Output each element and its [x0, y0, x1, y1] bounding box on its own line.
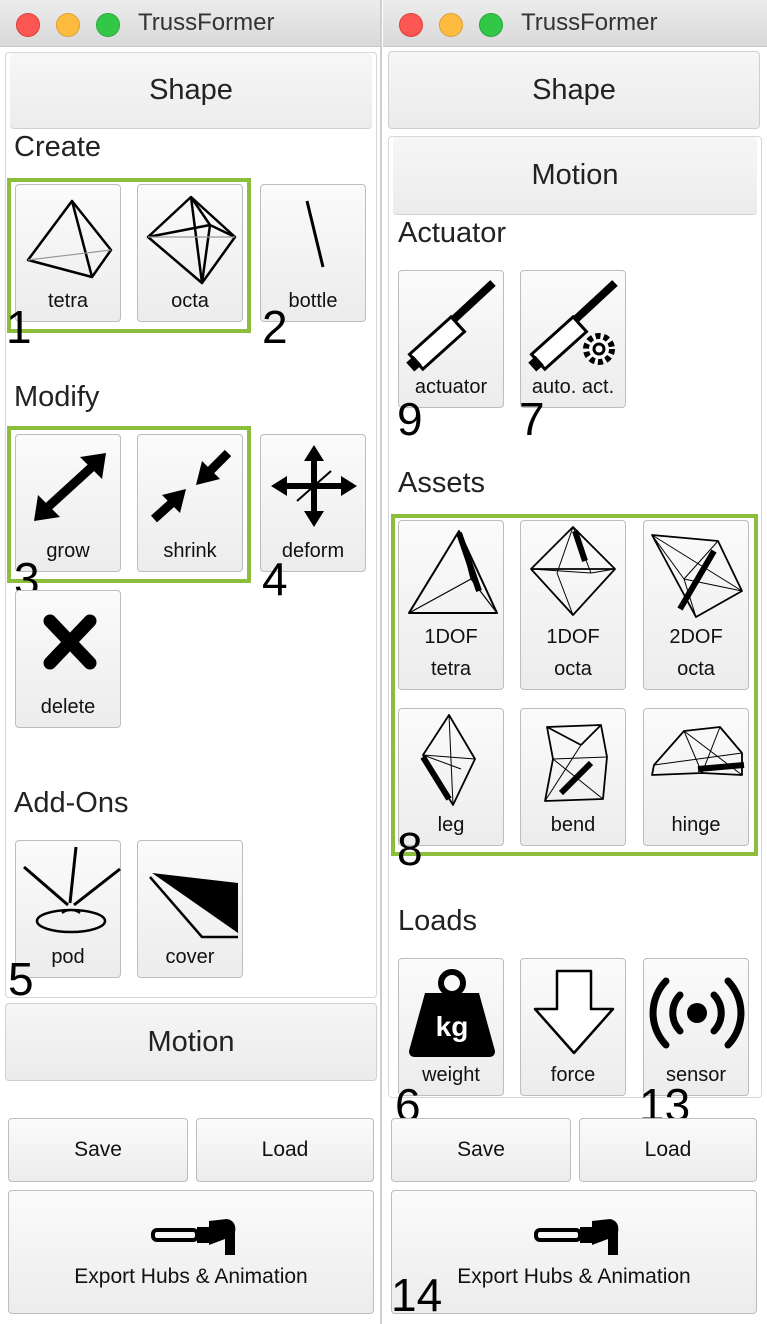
window-title: TrussFormer: [521, 9, 658, 36]
create-header: Create: [14, 131, 102, 163]
sensor-button[interactable]: sensor: [643, 958, 749, 1096]
annotation-14: 14: [391, 1269, 443, 1321]
delete-icon: [43, 614, 97, 670]
right-title-bar: TrussFormer: [383, 0, 767, 47]
shape-tab[interactable]: Shape: [10, 53, 372, 129]
annotation-5: 5: [8, 953, 34, 1005]
cover-label: cover: [165, 946, 215, 968]
loads-header: Loads: [398, 905, 478, 937]
deform-button[interactable]: deform: [260, 434, 366, 572]
modify-header: Modify: [14, 381, 100, 413]
cover-icon: [149, 873, 238, 939]
export-label: Export Hubs & Animation: [74, 1265, 308, 1288]
actuator-icon: [406, 280, 496, 372]
shape-tab[interactable]: Shape: [388, 51, 760, 129]
left-title-bar: TrussFormer: [0, 0, 380, 47]
save-button[interactable]: Save: [8, 1118, 188, 1182]
pod-icon: [23, 846, 121, 934]
actuator-header: Actuator: [398, 217, 506, 249]
load-button[interactable]: Load: [579, 1118, 757, 1182]
hammer-icon: [534, 1219, 619, 1255]
export-button[interactable]: Export Hubs & Animation: [8, 1190, 374, 1314]
bottle-icon: [305, 200, 325, 268]
close-button[interactable]: [399, 13, 423, 37]
export-button[interactable]: Export Hubs & Animation: [391, 1190, 757, 1314]
left-window: TrussFormer Shape Create tetra octa bott…: [0, 0, 380, 1324]
annotation-1: 1: [6, 301, 32, 353]
actuator-button[interactable]: actuator: [398, 270, 504, 408]
hammer-icon: [151, 1219, 236, 1255]
highlight-assets: [391, 514, 758, 856]
arrow-down-icon: [533, 969, 615, 1055]
annotation-8: 8: [397, 823, 423, 875]
annotation-9: 9: [397, 393, 423, 445]
zoom-button[interactable]: [96, 13, 120, 37]
delete-label: delete: [40, 696, 96, 718]
annotation-4: 4: [262, 553, 288, 605]
delete-button[interactable]: delete: [15, 590, 121, 728]
highlight-create: [7, 178, 251, 333]
window-title: TrussFormer: [138, 9, 275, 36]
addons-header: Add-Ons: [14, 787, 129, 819]
auto-actuator-button[interactable]: auto. act.: [520, 270, 626, 408]
weight-button[interactable]: kg weight: [398, 958, 504, 1096]
right-window: TrussFormer Shape Motion Actuator actuat…: [383, 0, 767, 1324]
weight-glyph: kg: [436, 1011, 469, 1042]
motion-tab[interactable]: Motion: [393, 137, 757, 215]
export-label: Export Hubs & Animation: [457, 1265, 691, 1288]
close-button[interactable]: [16, 13, 40, 37]
weight-icon: kg: [409, 969, 495, 1057]
annotation-7: 7: [519, 393, 545, 445]
assets-header: Assets: [398, 467, 486, 499]
auto-actuator-icon: [528, 280, 618, 372]
cover-button[interactable]: cover: [137, 840, 243, 978]
motion-tab[interactable]: Motion: [5, 1003, 377, 1081]
sensor-icon: [649, 977, 745, 1049]
load-button[interactable]: Load: [196, 1118, 374, 1182]
save-button[interactable]: Save: [391, 1118, 571, 1182]
force-button[interactable]: force: [520, 958, 626, 1096]
deform-icon: [271, 445, 357, 527]
highlight-modify: [7, 426, 251, 583]
window-divider: [380, 0, 382, 1324]
annotation-2: 2: [262, 301, 288, 353]
force-label: force: [550, 1064, 596, 1086]
minimize-button[interactable]: [56, 13, 80, 37]
zoom-button[interactable]: [479, 13, 503, 37]
minimize-button[interactable]: [439, 13, 463, 37]
